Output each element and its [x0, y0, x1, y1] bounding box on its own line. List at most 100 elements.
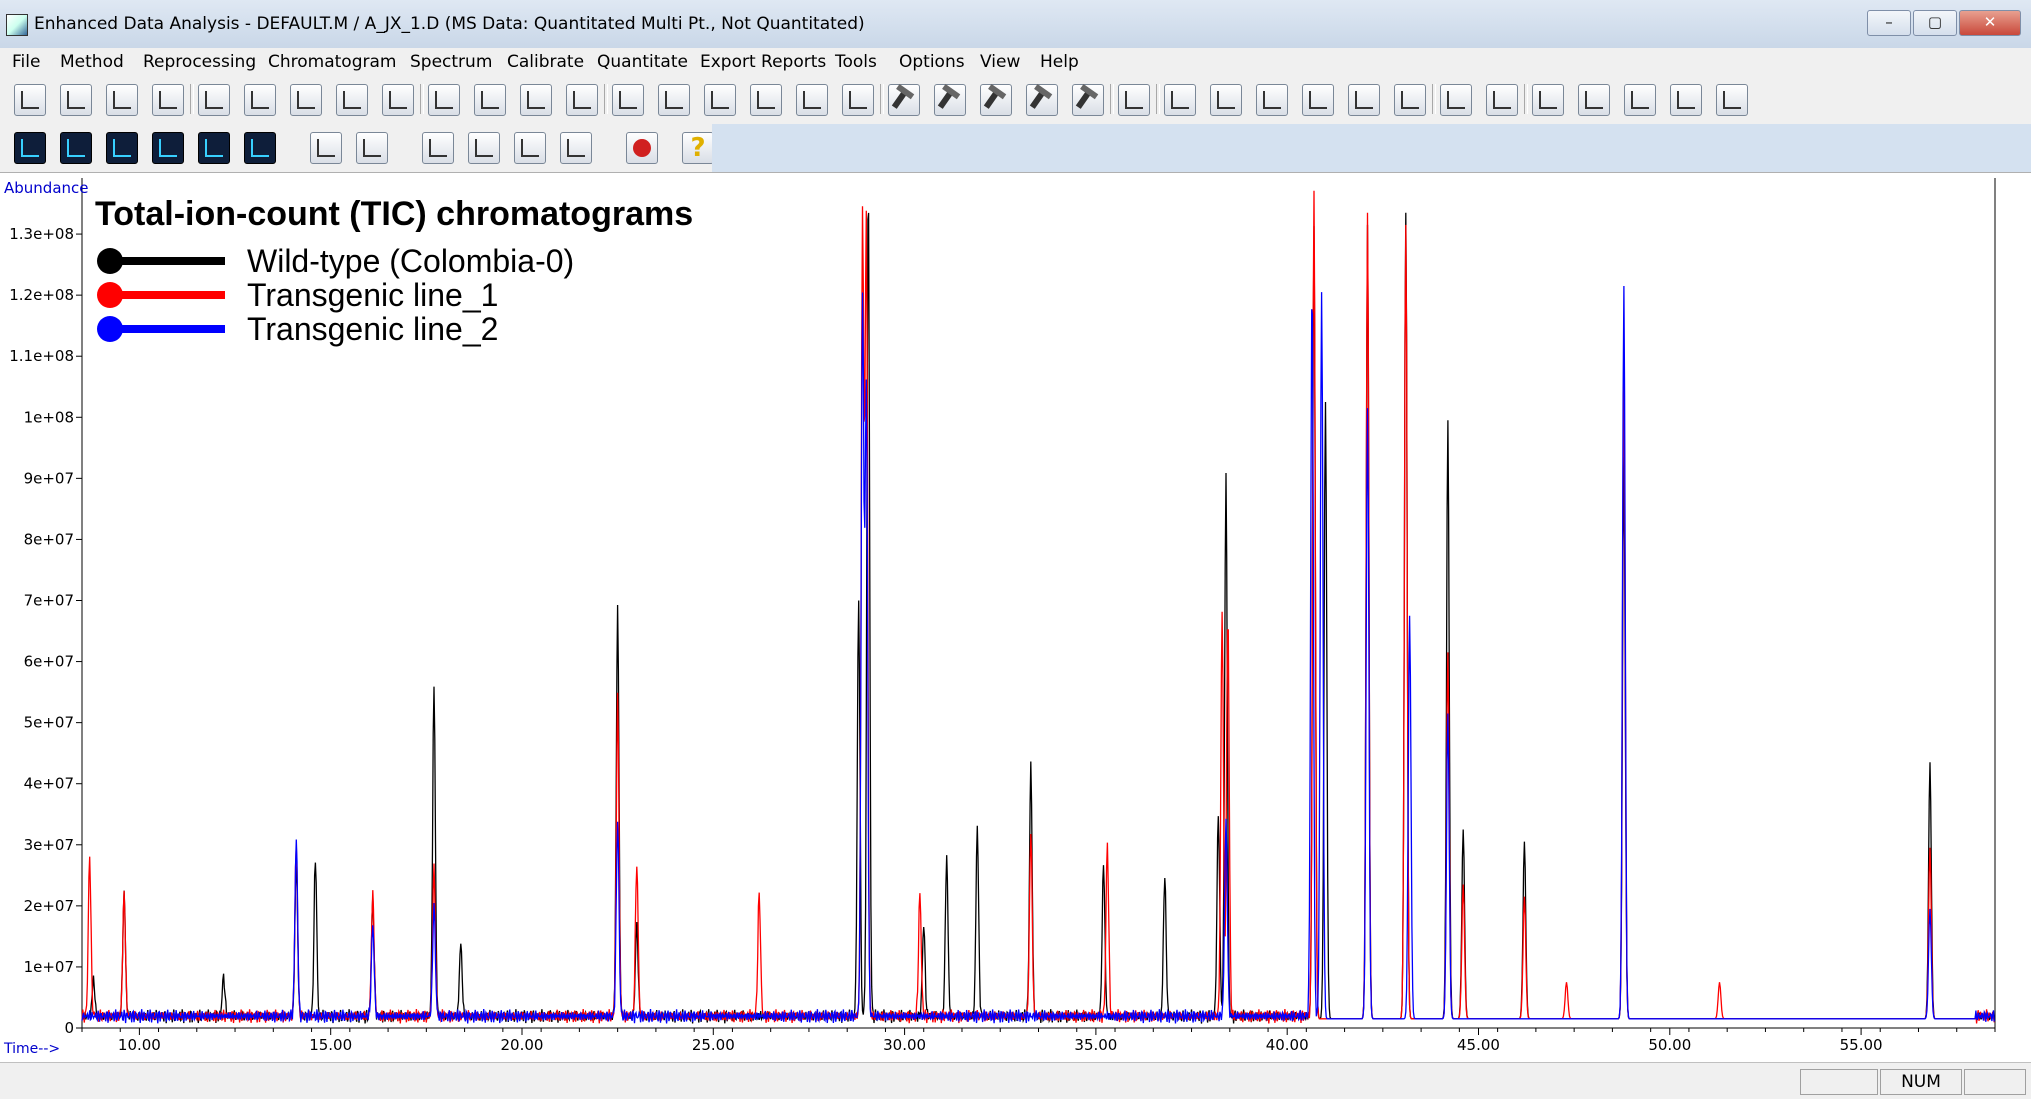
table-glyph	[1631, 91, 1649, 109]
y-tick-label: 6e+07	[24, 653, 74, 671]
menu-quantitate[interactable]: Quantitate	[597, 52, 688, 72]
status-cell	[1800, 1069, 1878, 1095]
hammer-5-glyph	[1075, 89, 1093, 109]
menu-tools[interactable]: Tools	[835, 52, 877, 72]
menu-spectrum[interactable]: Spectrum	[410, 52, 492, 72]
toolbar-empty-area	[712, 124, 2031, 172]
status-bar: NUM	[0, 1062, 2031, 1099]
extract-glyph	[67, 139, 85, 157]
axis-icon[interactable]	[1440, 84, 1472, 116]
menu-reprocessing[interactable]: Reprocessing	[143, 52, 256, 72]
title-bar[interactable]: Enhanced Data Analysis - DEFAULT.M / A_J…	[0, 0, 2031, 49]
extract-icon[interactable]	[60, 132, 92, 164]
edit-note-icon[interactable]	[704, 84, 736, 116]
peak-split-icon[interactable]	[1210, 84, 1242, 116]
toolbar-separator	[1432, 84, 1436, 114]
hammer-3-glyph	[983, 89, 1001, 109]
screen-glyph	[481, 91, 499, 109]
menu-method[interactable]: Method	[60, 52, 124, 72]
report-icon[interactable]	[612, 84, 644, 116]
copy-icon[interactable]	[428, 84, 460, 116]
hammer-5-icon[interactable]	[1072, 84, 1104, 116]
bar-icon[interactable]	[1302, 84, 1334, 116]
menu-help[interactable]: Help	[1040, 52, 1079, 72]
integrate-icon[interactable]	[750, 84, 782, 116]
color-grid-icon[interactable]	[520, 84, 552, 116]
chart-legend: Wild-type (Colombia-0)Transgenic line_1T…	[97, 243, 574, 347]
table-icon[interactable]	[1624, 84, 1656, 116]
minimize-button[interactable]: –	[1867, 10, 1911, 36]
open-file-icon[interactable]	[198, 84, 230, 116]
overlay-icon[interactable]	[244, 132, 276, 164]
edit-table-icon[interactable]	[1716, 84, 1748, 116]
chart-up-icon[interactable]	[1532, 84, 1564, 116]
library-icon[interactable]	[796, 84, 828, 116]
menu-calibrate[interactable]: Calibrate	[507, 52, 584, 72]
spectrum-icon[interactable]	[198, 132, 230, 164]
hammer-3-icon[interactable]	[980, 84, 1012, 116]
save-file-icon[interactable]	[244, 84, 276, 116]
arrow-up-icon[interactable]	[1578, 84, 1610, 116]
tag-icon[interactable]	[514, 132, 546, 164]
help-icon[interactable]: ?	[682, 132, 714, 164]
y-tick-label: 2e+07	[24, 897, 74, 915]
mz-icon[interactable]	[106, 132, 138, 164]
y-tick-label: 3e+07	[24, 836, 74, 854]
menu-chromatogram[interactable]: Chromatogram	[268, 52, 396, 72]
y-tick-label: 7e+07	[24, 592, 74, 610]
sim-glyph	[343, 91, 361, 109]
compass-icon[interactable]	[1118, 84, 1150, 116]
peak-icon[interactable]	[1164, 84, 1196, 116]
menu-export-reports[interactable]: Export Reports	[700, 52, 826, 72]
maximize-button[interactable]: ▢	[1913, 10, 1957, 36]
run-method-icon[interactable]	[290, 84, 322, 116]
y-tick-label: 1.1e+08	[9, 347, 74, 365]
hand-icon[interactable]	[468, 132, 500, 164]
toolbar-separator	[420, 84, 424, 114]
stop-icon[interactable]	[626, 132, 658, 164]
y-tick-label: 1.3e+08	[9, 225, 74, 243]
overlay-glyph	[251, 139, 269, 157]
toolbar-separator	[190, 84, 194, 114]
print-setup-icon[interactable]	[106, 84, 138, 116]
screen-icon[interactable]	[474, 84, 506, 116]
house-icon[interactable]	[1394, 84, 1426, 116]
load-data-glyph	[21, 91, 39, 109]
sim-icon[interactable]	[336, 84, 368, 116]
integrator-icon[interactable]	[560, 132, 592, 164]
chromatogram-plot-area[interactable]: 0 1e+07 2e+07 3e+07 4e+07 5e+07 6e+07 7e+07 8e+0…	[0, 172, 2031, 1063]
print-icon[interactable]	[152, 84, 184, 116]
tic-chart: 0 1e+07 2e+07 3e+07 4e+07 5e+07 6e+07 7e+07 8e+0…	[3, 178, 1996, 1057]
sim-edit-icon[interactable]	[382, 84, 414, 116]
document-icon[interactable]	[310, 132, 342, 164]
export-icon[interactable]	[356, 132, 388, 164]
chart-up-glyph	[1539, 91, 1557, 109]
legend-marker-1	[97, 248, 123, 274]
windows-icon[interactable]	[566, 84, 598, 116]
chrom-plus-glyph	[159, 139, 177, 157]
close-button[interactable]: ✕	[1959, 10, 2021, 36]
window-title: Enhanced Data Analysis - DEFAULT.M / A_J…	[34, 14, 865, 34]
menu-view[interactable]: View	[980, 52, 1020, 72]
toolbar-separator	[1156, 84, 1160, 114]
app-icon[interactable]	[6, 14, 28, 36]
hammer-2-glyph	[937, 89, 955, 109]
building-icon[interactable]	[1348, 84, 1380, 116]
toolbar-separator	[1524, 84, 1528, 114]
hammer-1-icon[interactable]	[888, 84, 920, 116]
menu-options[interactable]: Options	[899, 52, 965, 72]
hammer-2-icon[interactable]	[934, 84, 966, 116]
hammer-4-icon[interactable]	[1026, 84, 1058, 116]
tic-glyph	[21, 139, 39, 157]
checklist-icon[interactable]	[422, 132, 454, 164]
calc-icon[interactable]	[1256, 84, 1288, 116]
chrom-plus-icon[interactable]	[152, 132, 184, 164]
load-method-icon[interactable]	[60, 84, 92, 116]
tic-icon[interactable]	[14, 132, 46, 164]
menu-file[interactable]: File	[12, 52, 40, 72]
check-axis-icon[interactable]	[1486, 84, 1518, 116]
signal-icon[interactable]	[842, 84, 874, 116]
load-data-icon[interactable]	[14, 84, 46, 116]
copy-table-icon[interactable]	[1670, 84, 1702, 116]
edit-ions-icon[interactable]	[658, 84, 690, 116]
